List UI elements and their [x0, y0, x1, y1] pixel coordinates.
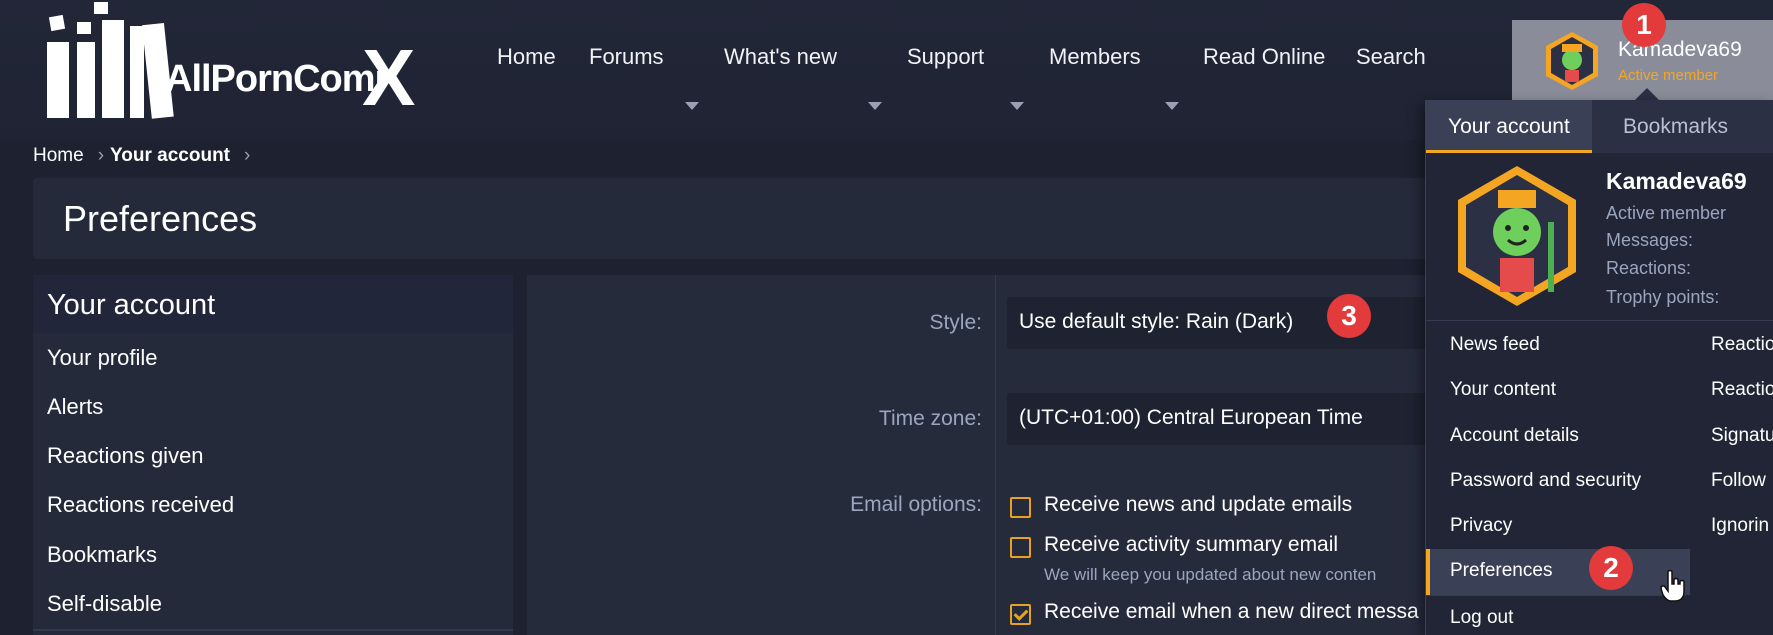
nav-members[interactable]: Members: [1049, 44, 1141, 70]
menu-link-log-out[interactable]: Log out: [1450, 607, 1513, 629]
nav-read-online[interactable]: Read Online: [1203, 44, 1325, 70]
menu-link-privacy[interactable]: Privacy: [1450, 515, 1512, 537]
sidebar-item-self-disable[interactable]: Self-disable: [47, 591, 162, 617]
divider: [1426, 595, 1686, 596]
divider: [1426, 320, 1773, 321]
whats-new-chevron-down-icon[interactable]: [868, 102, 882, 110]
activity-summary-checkbox[interactable]: [1010, 537, 1031, 558]
sidebar-title: Your account: [47, 289, 216, 321]
menu-tabs: Your account Bookmarks: [1426, 100, 1773, 153]
menu-user-status: Active member: [1606, 203, 1727, 223]
menu-pointer-icon: [1635, 88, 1659, 100]
tab-your-account[interactable]: Your account: [1426, 100, 1592, 153]
avatar: [1546, 32, 1598, 90]
menu-messages-stat: Messages:: [1606, 230, 1694, 250]
menu-link-preferences[interactable]: Preferences: [1450, 560, 1552, 582]
menu-link-news-feed[interactable]: News feed: [1450, 334, 1540, 356]
page-title: Preferences: [63, 198, 258, 239]
news-emails-checkbox[interactable]: [1010, 497, 1031, 518]
email-options-label: Email options:: [850, 493, 982, 516]
menu-link-reactions-given[interactable]: Reactio: [1711, 379, 1773, 401]
user-status: Active member: [1618, 67, 1719, 84]
forums-chevron-down-icon[interactable]: [685, 102, 699, 110]
timezone-label: Time zone:: [878, 407, 982, 430]
breadcrumb-separator-icon: ›: [244, 145, 251, 166]
sidebar-item-your-profile[interactable]: Your profile: [47, 345, 157, 371]
divider: [995, 275, 996, 635]
style-label: Style:: [929, 311, 982, 334]
logo-x-letter[interactable]: X: [362, 32, 415, 124]
style-select[interactable]: Use default style: Rain (Dark): [1007, 297, 1467, 349]
nav-search[interactable]: Search: [1356, 44, 1426, 70]
menu-link-password-security[interactable]: Password and security: [1450, 470, 1641, 492]
sidebar-item-bookmarks[interactable]: Bookmarks: [47, 542, 157, 568]
sidebar-item-alerts[interactable]: Alerts: [47, 394, 103, 420]
menu-username[interactable]: Kamadeva69: [1606, 168, 1747, 195]
timezone-select[interactable]: (UTC+01:00) Central European Time: [1007, 393, 1467, 445]
avatar[interactable]: [1452, 162, 1582, 310]
nav-whats-new[interactable]: What's new: [724, 44, 837, 70]
menu-trophy-stat: Trophy points:: [1606, 287, 1720, 307]
direct-message-email-label[interactable]: Receive email when a new direct messa: [1044, 600, 1419, 624]
members-chevron-down-icon[interactable]: [1165, 102, 1179, 110]
menu-link-account-details[interactable]: Account details: [1450, 425, 1579, 447]
sidebar-item-reactions-received[interactable]: Reactions received: [47, 492, 234, 518]
annotation-badge-3: 3: [1327, 294, 1371, 338]
menu-link-your-content[interactable]: Your content: [1450, 379, 1556, 401]
menu-link-ignoring[interactable]: Ignorin: [1711, 515, 1769, 537]
nav-forums[interactable]: Forums: [589, 44, 664, 70]
breadcrumb-your-account[interactable]: Your account: [110, 145, 230, 166]
style-select-value: Use default style: Rain (Dark): [1019, 310, 1294, 333]
activity-summary-label[interactable]: Receive activity summary email: [1044, 533, 1338, 557]
divider: [33, 629, 513, 631]
account-sidebar: Your account Your profile Alerts Reactio…: [33, 275, 513, 635]
activity-summary-hint: We will keep you updated about new conte…: [1044, 565, 1377, 584]
annotation-badge-2: 2: [1589, 546, 1633, 590]
nav-support[interactable]: Support: [907, 44, 984, 70]
menu-reactions-stat: Reactions:: [1606, 258, 1692, 278]
menu-link-signature[interactable]: Signatu: [1711, 425, 1773, 447]
sidebar-header: Your account: [33, 275, 513, 333]
breadcrumb: Home › Your account ›: [33, 145, 256, 167]
menu-link-reactions-received[interactable]: Reactio: [1711, 334, 1773, 356]
sidebar-item-reactions-given[interactable]: Reactions given: [47, 443, 204, 469]
breadcrumb-separator-icon: ›: [97, 145, 105, 166]
logo-wordmark[interactable]: AllPornComi: [165, 58, 385, 101]
nav-home[interactable]: Home: [497, 44, 556, 70]
direct-message-email-checkbox[interactable]: [1010, 604, 1031, 625]
news-emails-label[interactable]: Receive news and update emails: [1044, 493, 1352, 517]
menu-link-following[interactable]: Follow: [1711, 470, 1766, 492]
hand-cursor-icon: [1660, 570, 1685, 602]
page-title-bar: Preferences: [33, 178, 1473, 259]
timezone-select-value: (UTC+01:00) Central European Time: [1019, 406, 1363, 429]
support-chevron-down-icon[interactable]: [1010, 102, 1024, 110]
tab-bookmarks[interactable]: Bookmarks: [1601, 100, 1750, 153]
annotation-badge-1: 1: [1622, 3, 1666, 47]
breadcrumb-home[interactable]: Home: [33, 145, 84, 166]
